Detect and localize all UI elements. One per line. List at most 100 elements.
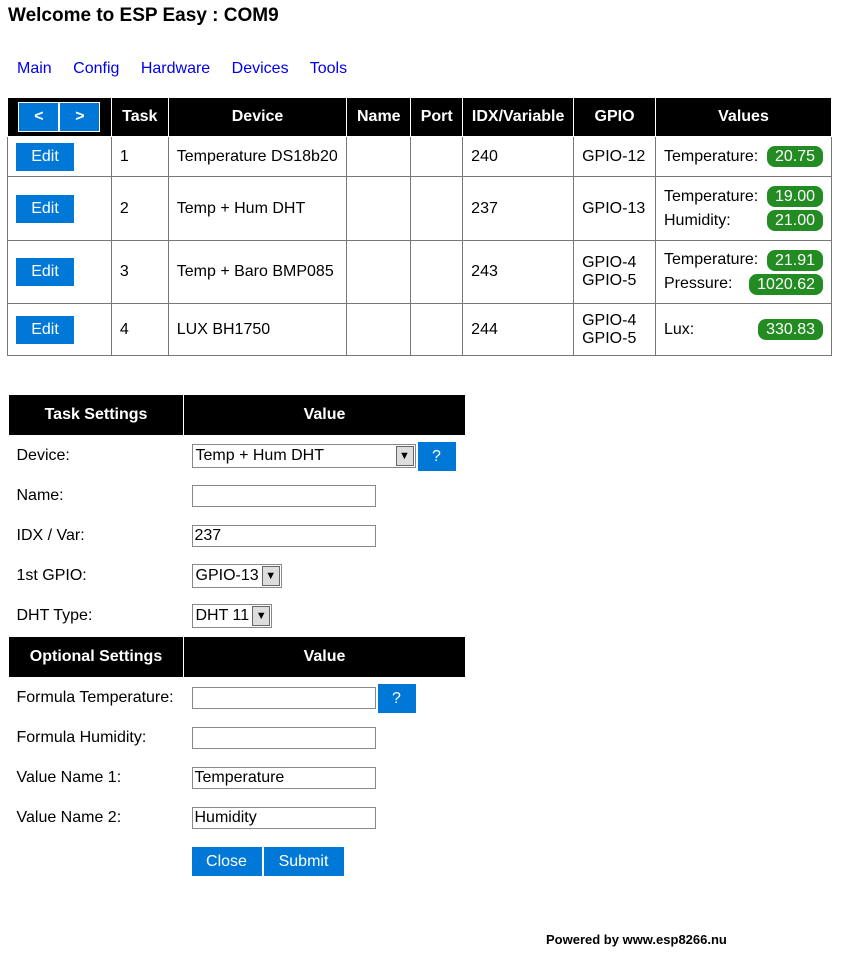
port-cell <box>410 240 464 304</box>
device-cell: Temp + Hum DHT <box>167 176 348 241</box>
value-label: Pressure: <box>663 275 733 292</box>
devices-header-row: < > Task Device Name Port IDX/Variable GP… <box>7 97 833 137</box>
col-values: Values <box>654 97 833 137</box>
formula-hum-label: Formula Humidity: <box>16 729 147 746</box>
values-cell: Temperature: 19.00 Humidity: 21.00 <box>654 176 833 241</box>
task-settings-table: Task Settings Value Device: Temp + Hum D… <box>8 394 466 884</box>
task-number: 3 <box>110 240 169 304</box>
col-device: Device <box>167 97 348 137</box>
table-row: Edit 3 Temp + Baro BMP085 243 GPIO-4 GPIO… <box>7 240 833 304</box>
edit-button[interactable]: Edit <box>16 315 74 344</box>
value-name2-label: Value Name 2: <box>16 809 122 826</box>
col-gpio: GPIO <box>573 97 656 137</box>
device-cell: Temp + Baro BMP085 <box>167 240 348 304</box>
name-cell <box>346 303 412 356</box>
nav-hardware[interactable]: Hardware <box>141 60 210 77</box>
value-badge: 1020.62 <box>749 273 823 295</box>
value-label: Temperature: <box>663 251 759 268</box>
value-label: Temperature: <box>663 147 759 165</box>
dht-type-select[interactable]: DHT 11 ▼ <box>191 604 273 628</box>
main-nav: Main Config Hardware Devices Tools <box>17 60 364 78</box>
nav-devices[interactable]: Devices <box>232 60 289 77</box>
device-help-button[interactable]: ? <box>417 441 456 471</box>
name-cell <box>346 176 412 241</box>
task-number: 4 <box>110 303 169 356</box>
gpio-cell: GPIO-12 <box>573 136 656 177</box>
gpio-cell: GPIO-4 GPIO-5 <box>573 240 656 304</box>
formula-temp-input[interactable] <box>191 687 376 709</box>
col-port: Port <box>410 97 464 137</box>
devices-table: < > Task Device Name Port IDX/Variable GP… <box>7 97 833 356</box>
table-row: Edit 1 Temperature DS18b20 240 GPIO-12 T… <box>7 136 833 177</box>
values-cell: Temperature: 21.91 Pressure: 1020.62 <box>654 240 833 304</box>
footer-credit: Powered by www.esp8266.nu <box>546 932 727 947</box>
edit-button[interactable]: Edit <box>16 194 74 223</box>
port-cell <box>410 136 464 177</box>
optional-settings-header: Optional Settings Value <box>8 636 466 678</box>
gpio-cell: GPIO-13 <box>573 176 656 241</box>
nav-main[interactable]: Main <box>17 60 52 77</box>
idx-label: IDX / Var: <box>16 527 85 544</box>
idx-input[interactable]: 237 <box>191 525 376 547</box>
optional-settings-heading: Optional Settings <box>8 636 184 678</box>
next-page-button[interactable]: > <box>59 102 101 132</box>
idx-cell: 240 <box>462 136 575 177</box>
name-label: Name: <box>16 487 64 504</box>
task-number: 1 <box>110 136 169 177</box>
idx-cell: 243 <box>462 240 575 304</box>
submit-button[interactable]: Submit <box>263 846 344 876</box>
gpio-label: 1st GPIO: <box>16 567 87 584</box>
device-label: Device: <box>16 447 70 464</box>
nav-config[interactable]: Config <box>73 60 119 77</box>
col-idx: IDX/Variable <box>462 97 575 137</box>
task-settings-heading: Task Settings <box>8 394 184 436</box>
edit-button[interactable]: Edit <box>16 258 74 286</box>
pager-cell: < > <box>7 97 112 137</box>
page-title: Welcome to ESP Easy : COM9 <box>8 5 279 26</box>
formula-hum-input[interactable] <box>191 727 376 749</box>
task-number: 2 <box>110 176 169 241</box>
table-row: Edit 4 LUX BH1750 244 GPIO-4 GPIO-5 Lux: 3… <box>7 303 833 356</box>
chevron-down-icon: ▼ <box>252 606 271 626</box>
gpio-select[interactable]: GPIO-13 ▼ <box>191 564 282 588</box>
edit-button[interactable]: Edit <box>16 142 74 171</box>
close-button[interactable]: Close <box>191 846 262 876</box>
name-cell <box>346 240 412 304</box>
value-label: Temperature: <box>663 187 759 205</box>
nav-tools[interactable]: Tools <box>310 60 347 77</box>
device-select[interactable]: Temp + Hum DHT ▼ <box>191 444 416 468</box>
col-name: Name <box>346 97 412 137</box>
dht-type-label: DHT Type: <box>16 607 93 624</box>
col-task: Task <box>110 97 169 137</box>
chevron-down-icon: ▼ <box>261 566 280 586</box>
prev-page-button[interactable]: < <box>18 102 60 132</box>
value-label: Lux: <box>663 320 695 338</box>
value-label: Humidity: <box>663 211 731 229</box>
chevron-down-icon: ▼ <box>395 446 414 466</box>
value-badge: 19.00 <box>766 186 823 207</box>
device-cell: Temperature DS18b20 <box>167 136 348 177</box>
value-heading: Value <box>183 394 466 436</box>
value-name1-label: Value Name 1: <box>16 769 122 786</box>
values-cell: Temperature: 20.75 <box>654 136 833 177</box>
idx-cell: 244 <box>462 303 575 356</box>
port-cell <box>410 303 464 356</box>
value-badge: 330.83 <box>758 319 823 340</box>
formula-help-button[interactable]: ? <box>377 683 416 713</box>
formula-temp-label: Formula Temperature: <box>16 689 174 706</box>
values-cell: Lux: 330.83 <box>654 303 833 356</box>
value-name2-input[interactable]: Humidity <box>191 807 376 829</box>
name-input[interactable] <box>191 485 376 507</box>
device-cell: LUX BH1750 <box>167 303 348 356</box>
port-cell <box>410 176 464 241</box>
task-settings-header: Task Settings Value <box>8 394 466 436</box>
value-name1-input[interactable]: Temperature <box>191 767 376 789</box>
idx-cell: 237 <box>462 176 575 241</box>
value-heading: Value <box>183 636 466 678</box>
gpio-cell: GPIO-4 GPIO-5 <box>573 303 656 356</box>
value-badge: 21.91 <box>766 249 823 271</box>
name-cell <box>346 136 412 177</box>
value-badge: 20.75 <box>766 146 823 167</box>
table-row: Edit 2 Temp + Hum DHT 237 GPIO-13 Temper… <box>7 176 833 241</box>
value-badge: 21.00 <box>766 210 823 231</box>
